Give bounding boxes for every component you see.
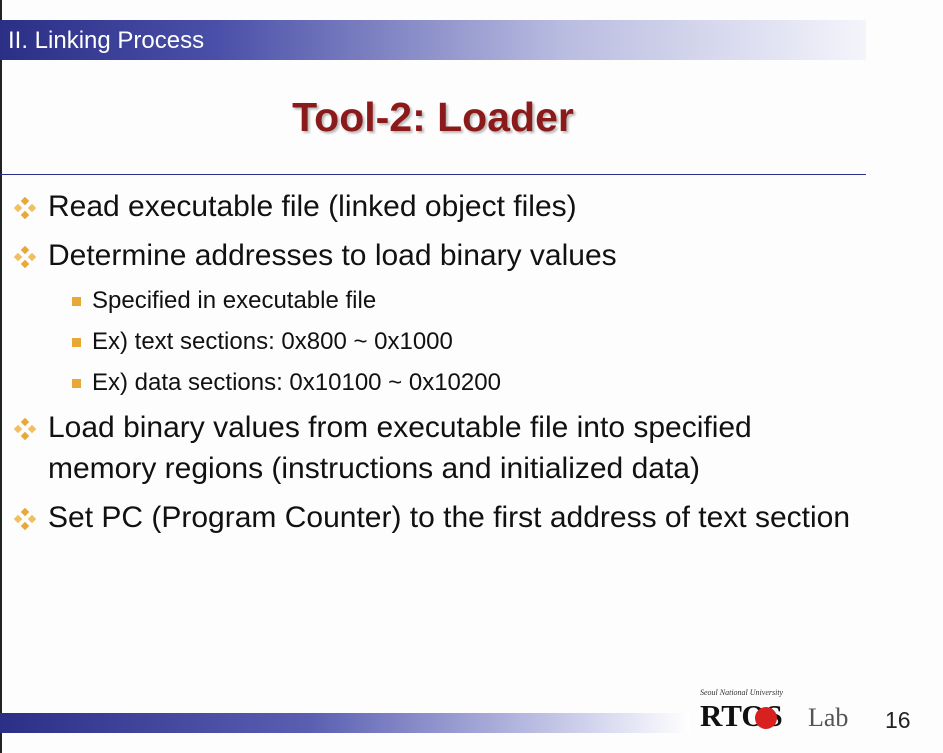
square-bullet-icon (72, 379, 81, 388)
logo-suffix: Lab (808, 703, 849, 732)
sub-bullet-text: Ex) data sections: 0x10100 ~ 0x10200 (92, 369, 501, 396)
bullet-item: Set PC (Program Counter) to the first ad… (10, 497, 866, 538)
bullet-item: Load binary values from executable file … (10, 407, 866, 489)
diamond-bullet-icon (14, 246, 36, 268)
sub-bullet-item: Ex) data sections: 0x10100 ~ 0x10200 (10, 366, 866, 400)
slide-title: Tool-2: Loader (292, 94, 574, 140)
sub-bullet-text: Specified in executable file (92, 287, 377, 314)
bullet-item: Read executable file (linked object file… (10, 186, 866, 227)
section-header-bar: II. Linking Process (0, 20, 866, 60)
title-divider (0, 174, 866, 175)
bullet-text: Load binary values from executable file … (48, 411, 752, 485)
square-bullet-icon (72, 297, 81, 306)
diamond-bullet-icon (14, 418, 36, 440)
red-circle-icon (755, 707, 777, 729)
bullet-text: Read executable file (linked object file… (48, 190, 577, 223)
square-bullet-icon (72, 338, 81, 347)
sub-bullet-item: Ex) text sections: 0x800 ~ 0x1000 (10, 325, 866, 359)
bullet-text: Determine addresses to load binary value… (48, 239, 617, 272)
diamond-bullet-icon (14, 197, 36, 219)
footer-bar (0, 713, 690, 733)
section-title: II. Linking Process (8, 27, 205, 54)
bullet-item: Determine addresses to load binary value… (10, 235, 866, 276)
diamond-bullet-icon (14, 508, 36, 530)
page-number: 16 (885, 707, 911, 733)
sub-bullet-item: Specified in executable file (10, 284, 866, 318)
bullet-text: Set PC (Program Counter) to the first ad… (48, 501, 851, 534)
logo-tagline: Seoul National University (700, 688, 784, 697)
rtos-lab-logo: Seoul National University RTOS Lab (700, 688, 870, 738)
bullet-list: Read executable file (linked object file… (10, 186, 866, 546)
slide: II. Linking Process Tool-2: Loader Read … (0, 0, 943, 753)
sub-bullet-text: Ex) text sections: 0x800 ~ 0x1000 (92, 328, 453, 355)
